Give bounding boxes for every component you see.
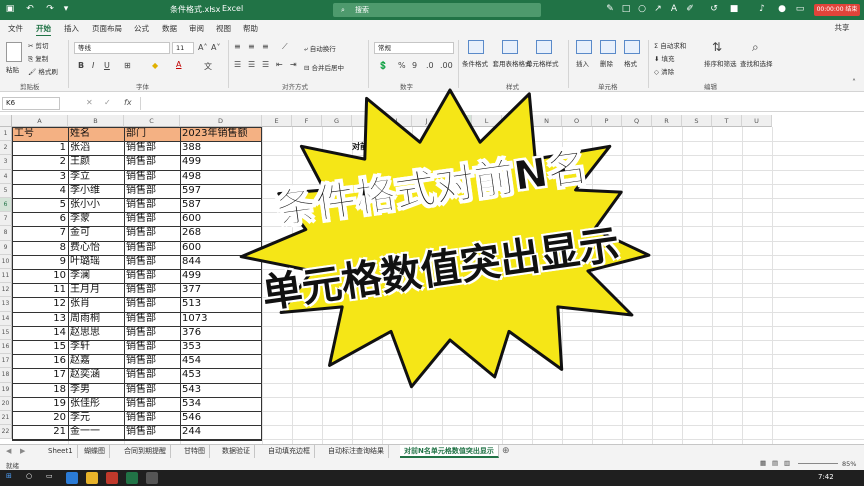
zoom-level[interactable]: 85% xyxy=(842,460,856,468)
app-taskbar-icon[interactable] xyxy=(146,472,158,484)
view-pagebreak-icon[interactable]: ▥ xyxy=(784,459,790,467)
sheet-tab-bar: ◀ ▶ Sheet1 蝴蝶图 合同到期提醒 甘特图 数据验证 自动填充边框 自动标注查询结果… xyxy=(0,444,864,458)
zoom-slider[interactable] xyxy=(798,463,838,464)
sheet-tab[interactable]: 蝴蝶图 xyxy=(80,445,110,458)
excel-window: ▣ ↶ ↷ ▾ 条件格式.xlsx - Excel ⌕ 搜索 ✎ □ ○ ↗ A… xyxy=(0,0,864,486)
sheet-tab[interactable]: 甘特图 xyxy=(180,445,210,458)
sheet-tab[interactable]: 自动标注查询结果 xyxy=(324,445,389,458)
explorer-icon[interactable] xyxy=(86,472,98,484)
next-sheet-icon[interactable]: ▶ xyxy=(20,447,25,455)
sheet-tab[interactable]: 数据验证 xyxy=(218,445,255,458)
view-layout-icon[interactable]: ▤ xyxy=(772,459,778,467)
sheet-tab[interactable]: 对前N名单元格数值突出显示 xyxy=(400,445,499,458)
sheet-tab[interactable]: 合同到期提醒 xyxy=(120,445,171,458)
status-mode: 就绪 xyxy=(6,462,19,470)
edge-icon[interactable] xyxy=(66,472,78,484)
clock: 7:42 xyxy=(818,473,834,481)
excel-taskbar-icon[interactable] xyxy=(126,472,138,484)
sheet-tab[interactable]: Sheet1 xyxy=(44,445,78,458)
prev-sheet-icon[interactable]: ◀ xyxy=(6,447,11,455)
sheet-tab[interactable]: 自动填充边框 xyxy=(264,445,315,458)
add-sheet-icon[interactable]: ⊕ xyxy=(502,446,510,456)
search-taskbar-icon[interactable]: ○ xyxy=(26,472,32,480)
status-bar: 就绪 ▦ ▤ ▥ 85% xyxy=(0,458,864,470)
taskview-icon[interactable]: ▭ xyxy=(46,472,53,480)
view-normal-icon[interactable]: ▦ xyxy=(760,459,766,467)
recorder-icon[interactable] xyxy=(106,472,118,484)
taskbar: ⊞ ○ ▭ 7:42 xyxy=(0,470,864,486)
start-icon[interactable]: ⊞ xyxy=(6,472,12,480)
